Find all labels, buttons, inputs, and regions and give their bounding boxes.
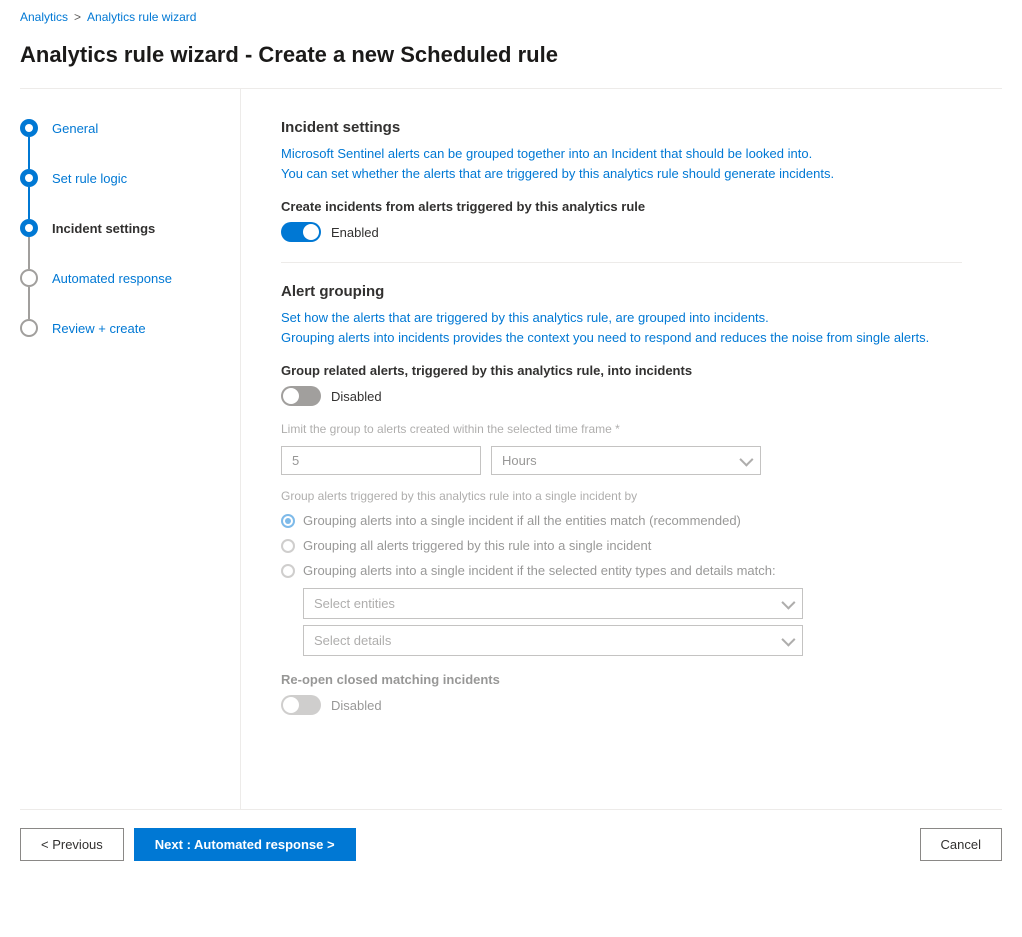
select-details-placeholder: Select details (314, 633, 391, 648)
step-label-incident-settings: Incident settings (52, 219, 155, 242)
page-title: Analytics rule wizard - Create a new Sch… (0, 34, 1022, 88)
step-label-automated-response: Automated response (52, 269, 172, 292)
select-entities-chevron (781, 595, 795, 609)
sub-dropdowns: Select entities Select details (303, 588, 962, 656)
group-by-section: Group alerts triggered by this analytics… (281, 489, 962, 656)
select-details-chevron (781, 632, 795, 646)
step-indicator-incident-settings (20, 219, 38, 269)
time-unit-select[interactable]: Hours (491, 446, 761, 475)
radio-label-all-alerts: Grouping all alerts triggered by this ru… (303, 538, 651, 553)
group-alerts-label: Group related alerts, triggered by this … (281, 363, 962, 378)
wizard-step-general[interactable]: General (20, 119, 240, 169)
incident-desc-line2: You can set whether the alerts that are … (281, 166, 834, 181)
grouping-options-greyed: Limit the group to alerts created within… (281, 422, 962, 715)
step-dot-review-create (20, 319, 38, 337)
reopen-toggle-row: Disabled (281, 695, 962, 715)
step-line-4 (28, 287, 30, 319)
step-dot-automated-response (20, 269, 38, 287)
step-label-general: General (52, 119, 98, 142)
radio-row-all-entities[interactable]: Grouping alerts into a single incident i… (281, 513, 962, 528)
step-indicator-review-create (20, 319, 38, 337)
alert-grouping-title: Alert grouping (281, 283, 962, 300)
step-label-review-create: Review + create (52, 319, 146, 342)
step-label-set-rule-logic: Set rule logic (52, 169, 127, 192)
cancel-button[interactable]: Cancel (920, 828, 1002, 861)
breadcrumb-separator: > (74, 10, 81, 24)
step-dot-set-rule-logic (20, 169, 38, 187)
group-alerts-toggle-row: Disabled (281, 386, 962, 406)
footer: < Previous Next : Automated response > C… (0, 810, 1022, 879)
time-unit-value: Hours (502, 453, 537, 468)
next-button[interactable]: Next : Automated response > (134, 828, 356, 861)
step-dot-general (20, 119, 38, 137)
step-line-2 (28, 187, 30, 219)
wizard-step-review-create[interactable]: Review + create (20, 319, 240, 342)
radio-all-alerts[interactable] (281, 539, 295, 553)
breadcrumb-current: Analytics rule wizard (87, 10, 196, 24)
step-indicator-set-rule-logic (20, 169, 38, 219)
step-dot-incident-settings (20, 219, 38, 237)
radio-label-selected-entities: Grouping alerts into a single incident i… (303, 563, 776, 578)
section-divider-1 (281, 262, 962, 263)
alert-grouping-desc-line2: Grouping alerts into incidents provides … (281, 330, 929, 345)
group-alerts-toggle-label: Disabled (331, 389, 382, 404)
incident-desc-line1: Microsoft Sentinel alerts can be grouped… (281, 146, 812, 161)
time-frame-input[interactable] (281, 446, 481, 475)
select-details-dropdown[interactable]: Select details (303, 625, 803, 656)
sidebar: General Set rule logic Incident settings (20, 89, 240, 809)
breadcrumb-root[interactable]: Analytics (20, 10, 68, 24)
radio-all-entities[interactable] (281, 514, 295, 528)
wizard-step-set-rule-logic[interactable]: Set rule logic (20, 169, 240, 219)
create-incidents-toggle-label: Enabled (331, 225, 379, 240)
group-alerts-toggle[interactable] (281, 386, 321, 406)
content-area: Incident settings Microsoft Sentinel ale… (240, 89, 1002, 809)
step-line-1 (28, 137, 30, 169)
step-line-3 (28, 237, 30, 269)
radio-selected-entities[interactable] (281, 564, 295, 578)
wizard-step-automated-response[interactable]: Automated response (20, 269, 240, 319)
radio-row-all-alerts[interactable]: Grouping all alerts triggered by this ru… (281, 538, 962, 553)
reopen-toggle[interactable] (281, 695, 321, 715)
reopen-section: Re-open closed matching incidents Disabl… (281, 672, 962, 715)
time-frame-label: Limit the group to alerts created within… (281, 422, 962, 436)
create-incidents-label: Create incidents from alerts triggered b… (281, 199, 962, 214)
radio-row-selected-entities[interactable]: Grouping alerts into a single incident i… (281, 563, 962, 578)
breadcrumb: Analytics > Analytics rule wizard (0, 0, 1022, 34)
reopen-toggle-label: Disabled (331, 698, 382, 713)
alert-grouping-desc: Set how the alerts that are triggered by… (281, 308, 962, 347)
incident-settings-title: Incident settings (281, 119, 962, 136)
step-indicator-automated-response (20, 269, 38, 319)
incident-settings-desc: Microsoft Sentinel alerts can be grouped… (281, 144, 962, 183)
create-incidents-toggle-slider[interactable] (281, 222, 321, 242)
reopen-label: Re-open closed matching incidents (281, 672, 962, 687)
group-by-label: Group alerts triggered by this analytics… (281, 489, 962, 503)
time-unit-chevron (739, 452, 753, 466)
wizard-step-incident-settings[interactable]: Incident settings (20, 219, 240, 269)
group-alerts-toggle-slider[interactable] (281, 386, 321, 406)
radio-label-all-entities: Grouping alerts into a single incident i… (303, 513, 741, 528)
previous-button[interactable]: < Previous (20, 828, 124, 861)
step-indicator-general (20, 119, 38, 169)
select-entities-placeholder: Select entities (314, 596, 395, 611)
alert-grouping-desc-line1: Set how the alerts that are triggered by… (281, 310, 769, 325)
main-layout: General Set rule logic Incident settings (20, 89, 1002, 809)
time-frame-row: Hours (281, 446, 962, 475)
reopen-toggle-slider[interactable] (281, 695, 321, 715)
select-entities-dropdown[interactable]: Select entities (303, 588, 803, 619)
create-incidents-toggle-row: Enabled (281, 222, 962, 242)
create-incidents-toggle[interactable] (281, 222, 321, 242)
